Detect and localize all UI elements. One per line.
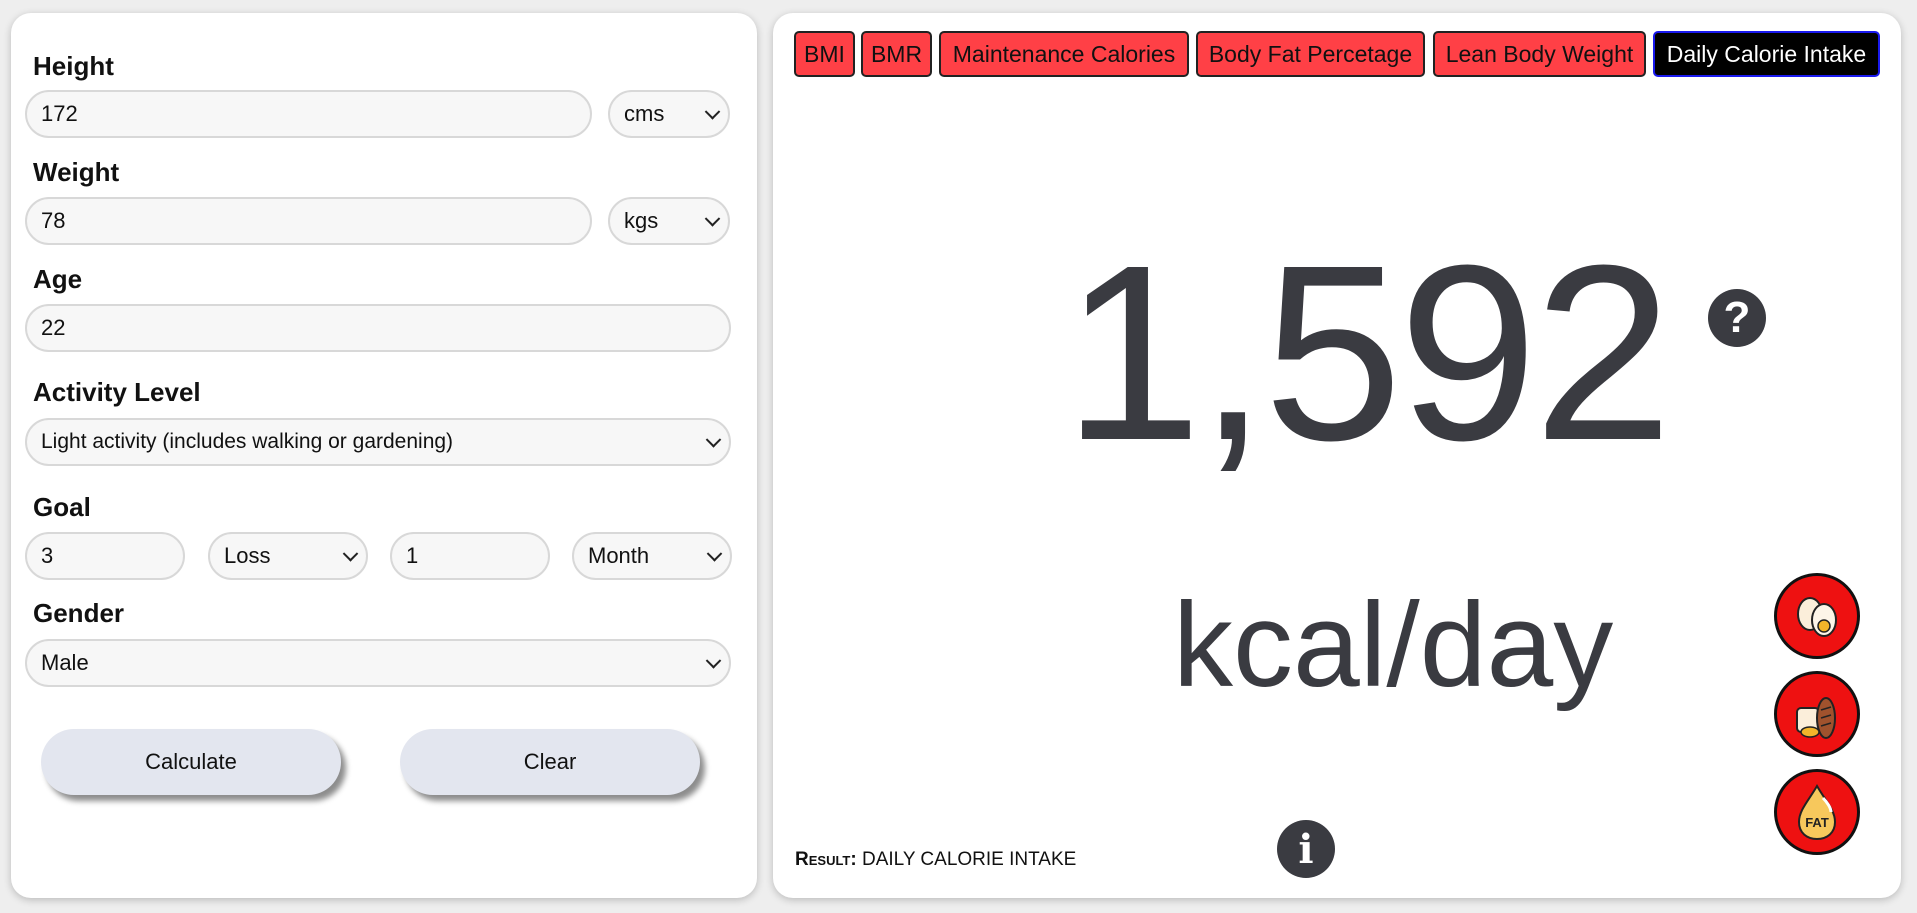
age-input[interactable]: 22: [25, 304, 731, 352]
goal-label: Goal: [33, 492, 91, 522]
gender-label: Gender: [33, 598, 125, 628]
calculator-form-panel: Height 172 cms Weight 78 kgs Age 22 Acti…: [11, 13, 757, 898]
svg-text:FAT: FAT: [1805, 815, 1829, 830]
chevron-down-icon: [342, 546, 359, 562]
tab-maintenance-calories[interactable]: Maintenance Calories: [939, 31, 1189, 77]
gender-value: Male: [41, 650, 89, 675]
info-circle-icon[interactable]: i: [1277, 820, 1335, 878]
height-unit-value: cms: [624, 101, 665, 126]
goal-period-unit-select[interactable]: Month: [572, 532, 732, 580]
goal-direction-select[interactable]: Loss: [208, 532, 368, 580]
protein-egg-icon[interactable]: [1774, 573, 1860, 659]
goal-period-unit-value: Month: [588, 543, 650, 568]
result-caption-key: Result:: [795, 849, 857, 870]
chevron-down-icon: [706, 546, 723, 562]
weight-label: Weight: [33, 157, 120, 187]
height-label: Height: [33, 51, 114, 81]
fat-drop-icon[interactable]: FAT: [1774, 769, 1860, 855]
tab-bmi[interactable]: BMI: [794, 31, 855, 77]
result-panel: BMI BMR Maintenance Calories Body Fat Pe…: [773, 13, 1901, 898]
result-value: 1,592: [1063, 213, 1673, 492]
tab-lean-body-weight[interactable]: Lean Body Weight: [1433, 31, 1646, 77]
chevron-down-icon: [704, 104, 721, 120]
question-circle-icon[interactable]: ?: [1708, 289, 1766, 347]
tab-body-fat-percentage[interactable]: Body Fat Percetage: [1196, 31, 1425, 77]
age-label: Age: [33, 264, 83, 294]
result-caption-value: Daily Calorie Intake: [861, 849, 1077, 870]
goal-period-count-input[interactable]: 1: [390, 532, 550, 580]
activity-level-select[interactable]: Light activity (includes walking or gard…: [25, 418, 731, 466]
carbs-bread-icon[interactable]: [1774, 671, 1860, 757]
chevron-down-icon: [704, 211, 721, 227]
height-input[interactable]: 172: [25, 90, 592, 138]
result-caption: Result: Daily Calorie Intake: [795, 849, 1076, 871]
clear-button[interactable]: Clear: [400, 729, 700, 795]
activity-level-label: Activity Level: [33, 377, 201, 407]
chevron-down-icon: [705, 653, 722, 669]
tab-bmr[interactable]: BMR: [861, 31, 932, 77]
goal-direction-value: Loss: [224, 543, 271, 568]
weight-unit-value: kgs: [624, 208, 659, 233]
height-unit-select[interactable]: cms: [608, 90, 730, 138]
weight-input[interactable]: 78: [25, 197, 592, 245]
chevron-down-icon: [705, 432, 722, 448]
result-unit: kcal/day: [1173, 578, 1614, 712]
gender-select[interactable]: Male: [25, 639, 731, 687]
goal-amount-input[interactable]: 3: [25, 532, 185, 580]
weight-unit-select[interactable]: kgs: [608, 197, 730, 245]
tab-daily-calorie-intake[interactable]: Daily Calorie Intake: [1653, 31, 1880, 77]
calculate-button[interactable]: Calculate: [41, 729, 341, 795]
activity-level-value: Light activity (includes walking or gard…: [41, 430, 454, 453]
